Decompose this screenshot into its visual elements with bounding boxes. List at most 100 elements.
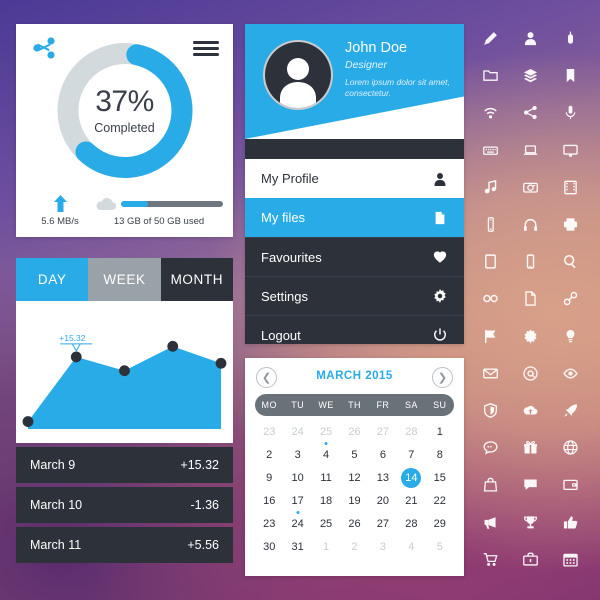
calendar-day[interactable]: 15 (426, 466, 454, 489)
calendar-icon[interactable] (550, 541, 590, 578)
search-icon[interactable] (550, 243, 590, 280)
tab-week[interactable]: WEEK (88, 258, 161, 301)
tab-month[interactable]: MONTH (160, 258, 233, 301)
calendar-day[interactable]: 1 (312, 535, 340, 558)
calendar-day[interactable]: 30 (255, 535, 283, 558)
calendar-day[interactable]: 26 (340, 512, 368, 535)
film-icon[interactable] (550, 169, 590, 206)
calendar-day[interactable]: 24 (283, 511, 311, 535)
gift-box-icon[interactable] (510, 429, 550, 466)
menu-item-logout[interactable]: Logout (245, 315, 464, 344)
calendar-day[interactable]: 2 (255, 443, 283, 466)
table-row[interactable]: March 9 +15.32 (16, 447, 233, 483)
calendar-day[interactable]: 3 (369, 535, 397, 558)
calendar-day[interactable]: 26 (340, 420, 368, 443)
layers-icon[interactable] (510, 57, 550, 94)
monitor-icon[interactable] (550, 132, 590, 169)
keyboard-icon[interactable] (470, 132, 510, 169)
microphone-icon[interactable] (550, 94, 590, 131)
calendar-day[interactable]: 20 (369, 489, 397, 512)
calendar-day[interactable]: 12 (340, 466, 368, 489)
calendar-day[interactable]: 7 (397, 443, 425, 466)
flag-icon[interactable] (470, 318, 510, 355)
calendar-day-selected[interactable]: 14 (397, 466, 425, 489)
calendar-day[interactable]: 24 (283, 420, 311, 443)
menu-item-my-profile[interactable]: My Profile (245, 159, 464, 198)
cloud-upload-icon[interactable] (510, 392, 550, 429)
chevron-right-icon[interactable]: ❯ (432, 367, 453, 388)
smartphone-icon[interactable] (510, 243, 550, 280)
calendar-day[interactable]: 28 (397, 512, 425, 535)
folder-icon[interactable] (470, 57, 510, 94)
calendar-day[interactable]: 16 (255, 489, 283, 512)
laptop-icon[interactable] (510, 132, 550, 169)
calendar-day[interactable]: 27 (369, 512, 397, 535)
chevron-left-icon[interactable]: ❮ (256, 367, 277, 388)
calendar-day[interactable]: 1 (426, 420, 454, 443)
gear-icon[interactable] (510, 318, 550, 355)
calendar-day[interactable]: 4 (397, 535, 425, 558)
eye-icon[interactable] (550, 355, 590, 392)
calendar-day[interactable]: 4 (312, 442, 340, 466)
chat-bubble-icon[interactable] (470, 429, 510, 466)
calendar-day[interactable]: 5 (340, 443, 368, 466)
at-sign-icon[interactable] (510, 355, 550, 392)
calendar-day[interactable]: 18 (312, 489, 340, 512)
calendar-day[interactable]: 25 (312, 420, 340, 443)
mouse-icon[interactable] (550, 20, 590, 57)
calendar-day[interactable]: 17 (283, 489, 311, 512)
calendar-day[interactable]: 5 (426, 535, 454, 558)
calendar-day[interactable]: 28 (397, 420, 425, 443)
calendar-day[interactable]: 25 (312, 512, 340, 535)
wallet-icon[interactable] (550, 466, 590, 503)
calendar-day[interactable]: 8 (426, 443, 454, 466)
thumbs-up-icon[interactable] (550, 503, 590, 540)
calendar-day[interactable]: 23 (255, 512, 283, 535)
calendar-day[interactable]: 10 (283, 466, 311, 489)
calendar-day[interactable]: 29 (426, 512, 454, 535)
briefcase-icon[interactable] (510, 541, 550, 578)
calendar-day[interactable]: 2 (340, 535, 368, 558)
printer-icon[interactable] (550, 206, 590, 243)
tablet-icon[interactable] (470, 243, 510, 280)
table-row[interactable]: March 11 +5.56 (16, 527, 233, 563)
headphones-icon[interactable] (510, 206, 550, 243)
bookmark-icon[interactable] (550, 57, 590, 94)
calendar-day[interactable]: 23 (255, 420, 283, 443)
calendar-day[interactable]: 11 (312, 466, 340, 489)
menu-item-settings[interactable]: Settings (245, 276, 464, 315)
shopping-cart-icon[interactable] (470, 541, 510, 578)
menu-item-favourites[interactable]: Favourites (245, 237, 464, 276)
avatar[interactable] (263, 40, 333, 110)
user-icon[interactable] (510, 20, 550, 57)
document-icon[interactable] (510, 280, 550, 317)
music-note-icon[interactable] (470, 169, 510, 206)
calendar-day[interactable]: 31 (283, 535, 311, 558)
calendar-day[interactable]: 6 (369, 443, 397, 466)
rocket-icon[interactable] (550, 392, 590, 429)
tab-day[interactable]: DAY (16, 258, 89, 301)
megaphone-icon[interactable] (470, 503, 510, 540)
calendar-day[interactable]: 27 (369, 420, 397, 443)
trophy-icon[interactable] (510, 503, 550, 540)
lightbulb-icon[interactable] (550, 318, 590, 355)
calendar-day[interactable]: 3 (283, 443, 311, 466)
calendar-day[interactable]: 21 (397, 489, 425, 512)
globe-icon[interactable] (550, 429, 590, 466)
phone-icon[interactable] (470, 206, 510, 243)
hamburger-menu-icon[interactable] (193, 41, 219, 56)
camera-icon[interactable] (510, 169, 550, 206)
glasses-icon[interactable] (470, 280, 510, 317)
wifi-icon[interactable] (470, 94, 510, 131)
table-row[interactable]: March 10 -1.36 (16, 487, 233, 523)
calendar-day[interactable]: 9 (255, 466, 283, 489)
calendar-day[interactable]: 13 (369, 466, 397, 489)
menu-item-my-files[interactable]: My files (245, 198, 464, 237)
share-icon[interactable] (510, 94, 550, 131)
calendar-day[interactable]: 22 (426, 489, 454, 512)
shield-icon[interactable] (470, 392, 510, 429)
link-icon[interactable] (550, 280, 590, 317)
shopping-bag-icon[interactable] (470, 466, 510, 503)
speech-bubble-icon[interactable] (510, 466, 550, 503)
pencil-icon[interactable] (470, 20, 510, 57)
